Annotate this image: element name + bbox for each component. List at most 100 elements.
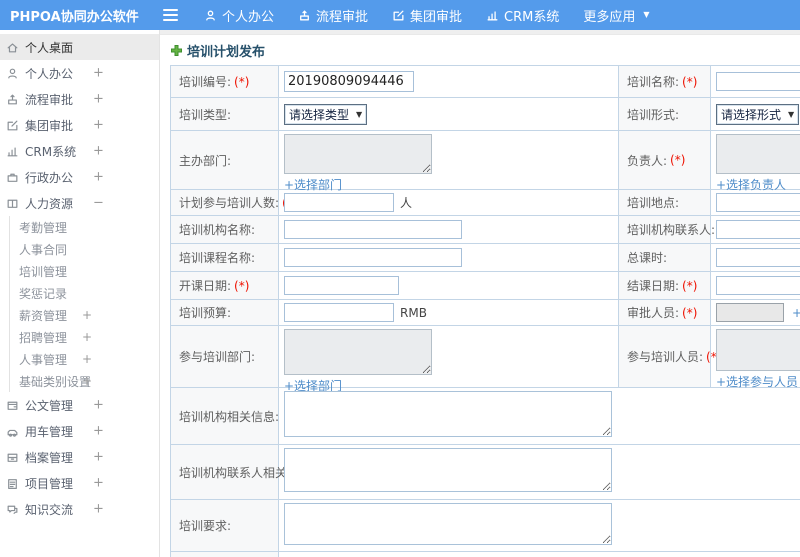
org-contact-input[interactable] — [716, 220, 800, 239]
end-date-input[interactable] — [716, 276, 800, 295]
field-label-cell: 培训课程名称: — [171, 244, 279, 271]
sidebar-item-crm-system[interactable]: CRM系统 + — [0, 138, 159, 164]
sidebar-item-attendance-mgmt[interactable]: 考勤管理 — [10, 216, 159, 238]
sidebar-item-personnel-mgmt[interactable]: 人事管理 + — [10, 348, 159, 370]
field-label: 培训机构相关信息: — [179, 409, 280, 424]
field-cell — [279, 244, 619, 271]
expand-toggle-icon[interactable]: − — [93, 196, 104, 211]
org-info-textarea[interactable] — [284, 391, 612, 437]
required-mark: (*) — [682, 74, 698, 89]
sidebar-item-admin-office[interactable]: 行政办公 + — [0, 164, 159, 190]
person-icon — [6, 67, 19, 80]
expand-toggle-icon[interactable]: + — [93, 144, 104, 159]
field-label-cell: 培训机构名称: — [171, 216, 279, 243]
app-brand: PHPOA协同办公软件 — [10, 9, 139, 25]
page-title: 培训计划发布 — [187, 45, 266, 60]
sidebar-item-knowledge-exchange[interactable]: 知识交流 + — [0, 496, 159, 522]
sidebar-item-recruit-mgmt[interactable]: 招聘管理 + — [10, 326, 159, 348]
expand-toggle-icon[interactable]: + — [93, 92, 104, 107]
form-row: 培训预算: RMB 审批人员:(*) +选择审批人员 — [171, 300, 800, 326]
sidebar-item-label: 人事管理 — [19, 352, 68, 367]
sidebar-item-hr-contract[interactable]: 人事合同 — [10, 238, 159, 260]
briefcase-icon — [6, 171, 19, 184]
field-cell: +选择负责人 — [711, 131, 800, 192]
field-label-cell: 审批人员: (*) — [619, 300, 711, 325]
host-dept-textarea[interactable] — [284, 134, 432, 174]
field-cell — [711, 190, 800, 215]
sidebar-item-doc-mgmt[interactable]: 公文管理 + — [0, 392, 159, 418]
org-name-input[interactable] — [284, 220, 462, 239]
sidebar-item-group-approval[interactable]: 集团审批 + — [0, 112, 159, 138]
sidebar-item-label: 用车管理 — [25, 424, 74, 439]
sidebar-item-personal-desktop[interactable]: 个人桌面 — [0, 34, 159, 60]
start-date-input[interactable] — [284, 276, 399, 295]
chat-icon — [6, 503, 19, 516]
sidebar-item-archive-mgmt[interactable]: 档案管理 + — [0, 444, 159, 470]
topmenu-item-more-apps[interactable]: 更多应用 ▼ — [583, 6, 649, 25]
field-suffix: 人 — [400, 196, 413, 210]
sidebar-item-label: 公文管理 — [25, 398, 74, 413]
field-label-cell: 附件文档: — [171, 552, 279, 557]
field-label-cell: 开课日期: (*) — [171, 272, 279, 299]
field-label: 培训机构联系人: — [627, 223, 716, 237]
expand-toggle-icon[interactable]: + — [93, 450, 104, 465]
sidebar-item-label: 档案管理 — [25, 450, 74, 465]
field-label: 培训预算: — [179, 306, 232, 320]
planned-participants-input[interactable] — [284, 193, 394, 212]
add-plus-icon — [170, 44, 183, 57]
training-type-select[interactable]: 请选择类型 ▼ — [284, 103, 368, 125]
caret-down-icon: ▼ — [788, 109, 795, 119]
field-cell — [279, 388, 800, 444]
sidebar-item-hr[interactable]: 人力资源 − — [0, 190, 159, 216]
topmenu-item-group-approval[interactable]: 集团审批 — [392, 6, 462, 25]
training-no-input[interactable] — [284, 71, 414, 92]
field-label: 培训要求: — [179, 519, 232, 533]
sidebar-item-base-category-set[interactable]: 基础类别设置 + — [10, 370, 159, 392]
expand-toggle-icon[interactable]: + — [82, 308, 92, 322]
join-person-textarea[interactable] — [716, 329, 800, 371]
field-label-cell: 培训名称: (*) — [619, 66, 711, 97]
form-title-bar: 培训计划发布 — [160, 35, 800, 65]
expand-toggle-icon[interactable]: + — [93, 424, 104, 439]
field-label: 培训名称: — [627, 75, 680, 89]
sidebar-item-training-mgmt[interactable]: 培训管理 — [10, 260, 159, 282]
topmenu-item-personal-office[interactable]: 个人办公 — [204, 6, 274, 25]
field-label-cell: 参与培训人员: (*) — [619, 326, 721, 387]
expand-toggle-icon[interactable]: + — [93, 398, 104, 413]
main-content: 培训计划发布 培训编号:(*)培训名称:(*)培训类型:请选择类型▼培训形式:请… — [160, 30, 800, 557]
hamburger-menu-icon[interactable] — [163, 9, 178, 21]
sidebar-item-vehicle-mgmt[interactable]: 用车管理 + — [0, 418, 159, 444]
expand-toggle-icon[interactable]: + — [93, 476, 104, 491]
total-hours-input[interactable] — [716, 248, 800, 267]
sidebar-item-workflow-approval[interactable]: 流程审批 + — [0, 86, 159, 112]
training-place-input[interactable] — [716, 193, 800, 212]
expand-toggle-icon[interactable]: + — [93, 118, 104, 133]
expand-toggle-icon[interactable]: + — [82, 352, 92, 366]
expand-toggle-icon[interactable]: + — [82, 330, 92, 344]
training-name-input[interactable] — [716, 72, 800, 91]
field-label: 参与培训部门: — [179, 350, 256, 364]
topmenu-item-crm-system[interactable]: CRM系统 — [486, 6, 559, 25]
select-approver-link[interactable]: +选择审批人员 — [792, 304, 800, 321]
sidebar-submenu: 考勤管理 人事合同 培训管理 奖惩记录 薪资管理 + 招聘管理 + 人事管理 + 基础类别设置 + — [9, 216, 159, 392]
expand-toggle-icon[interactable]: + — [93, 502, 104, 517]
sidebar-item-salary-mgmt[interactable]: 薪资管理 + — [10, 304, 159, 326]
leader-textarea[interactable] — [716, 134, 800, 174]
sidebar-item-personal-office[interactable]: 个人办公 + — [0, 60, 159, 86]
topmenu-item-workflow-approval[interactable]: 流程审批 — [298, 6, 368, 25]
training-form-select[interactable]: 请选择形式 ▼ — [716, 103, 800, 125]
course-name-input[interactable] — [284, 248, 462, 267]
expand-toggle-icon[interactable]: + — [82, 374, 92, 388]
budget-input[interactable] — [284, 303, 394, 322]
expand-toggle-icon[interactable]: + — [93, 66, 104, 81]
org-contact-info-textarea[interactable] — [284, 448, 612, 492]
expand-toggle-icon[interactable]: + — [93, 170, 104, 185]
approver-input[interactable] — [716, 303, 784, 322]
sidebar-item-project-mgmt[interactable]: 项目管理 + — [0, 470, 159, 496]
sidebar-item-reward-punish[interactable]: 奖惩记录 — [10, 282, 159, 304]
join-dept-textarea[interactable] — [284, 329, 432, 375]
training-require-textarea[interactable] — [284, 503, 612, 545]
field-label: 主办部门: — [179, 153, 232, 168]
field-cell: 请选择形式 ▼ — [711, 98, 800, 130]
home-icon — [6, 41, 19, 54]
